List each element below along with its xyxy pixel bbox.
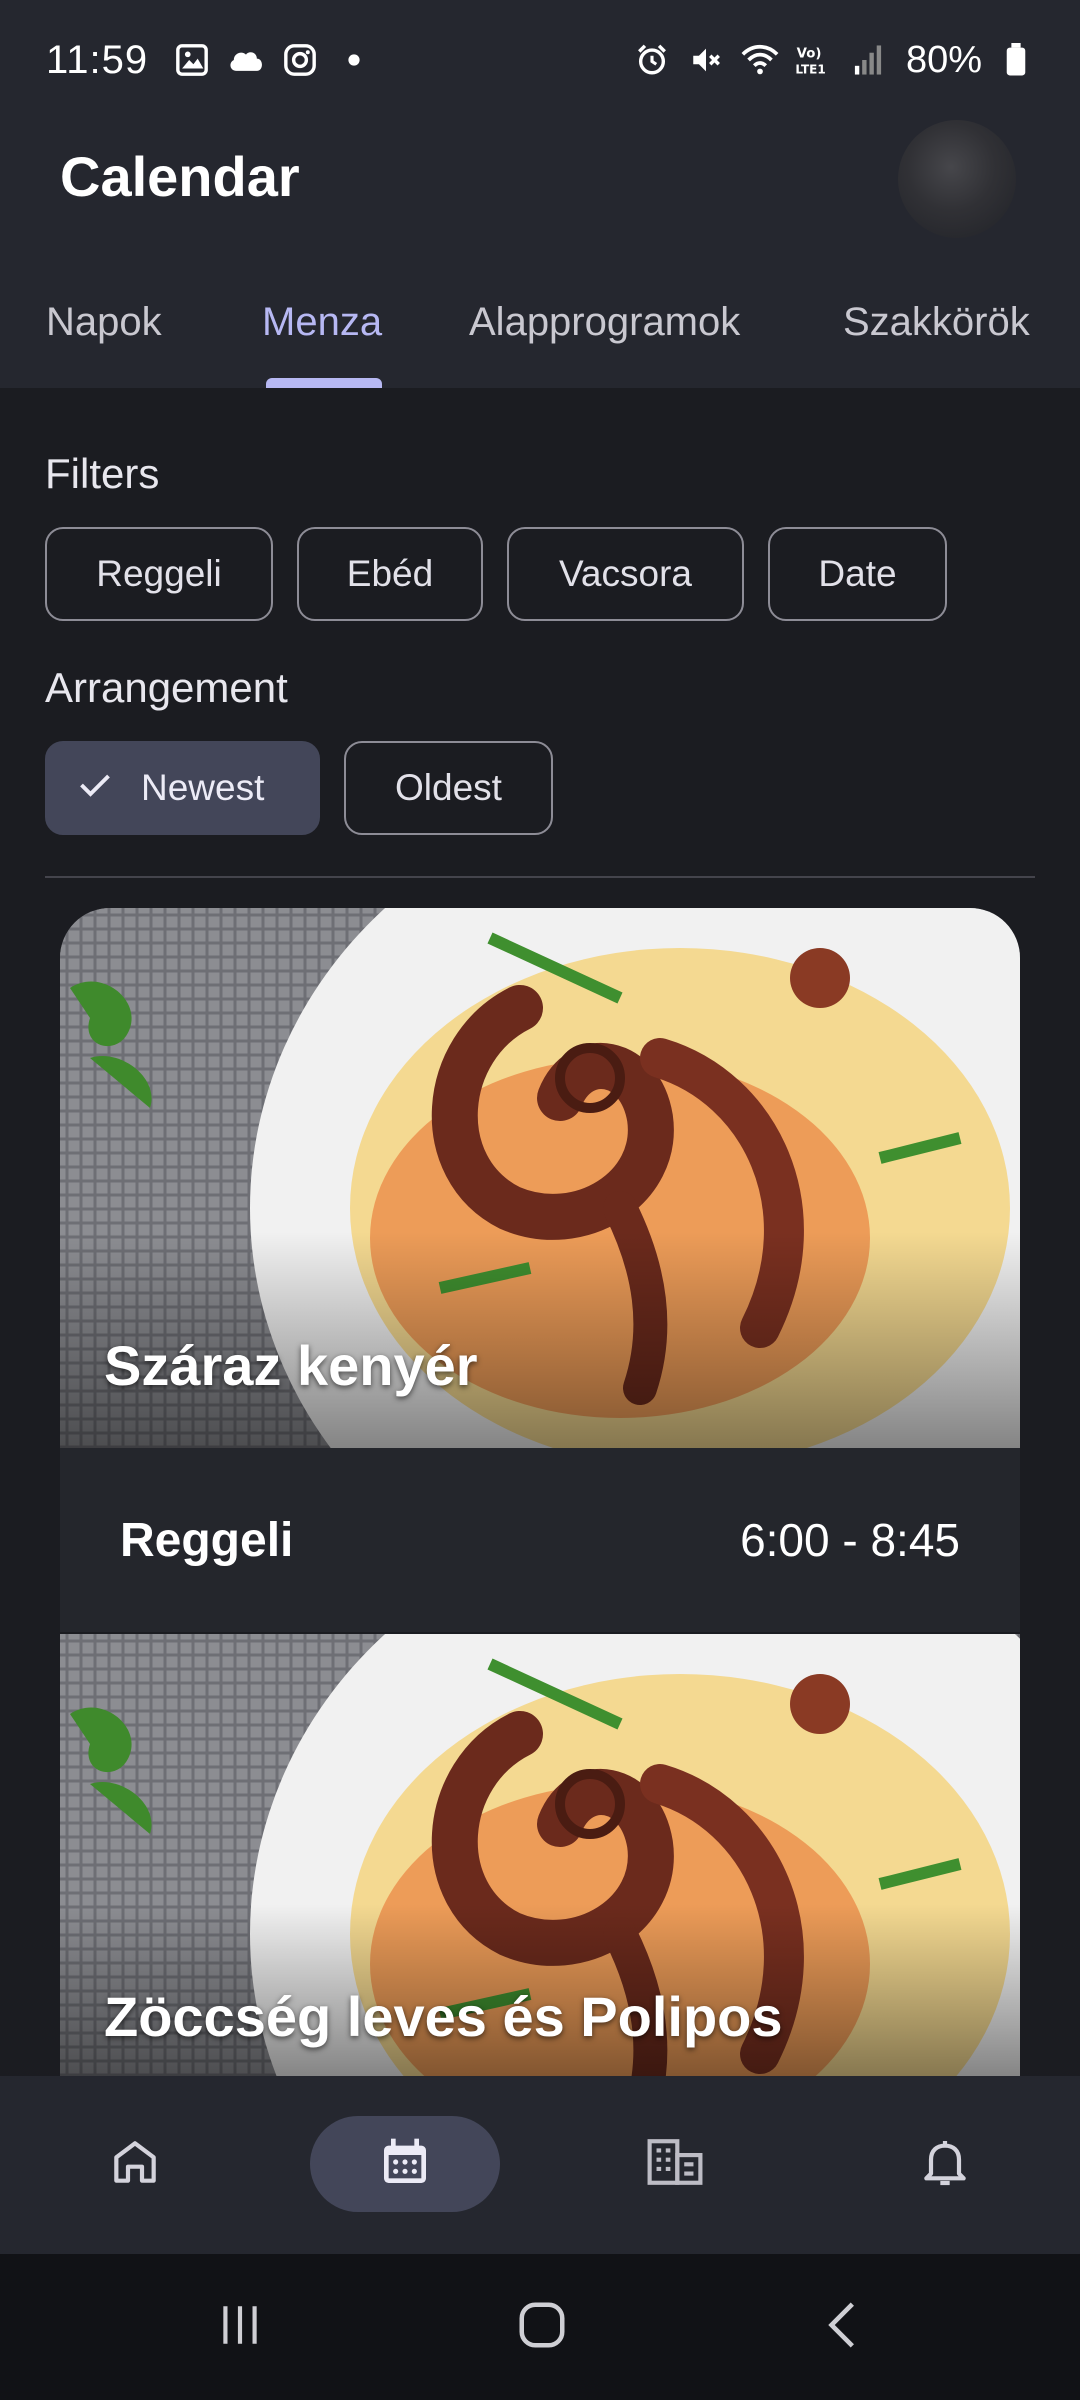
- status-bar: 11:59 Vo) LTE1 80%: [0, 0, 1080, 120]
- svg-text:Vo): Vo): [797, 46, 822, 61]
- home-button[interactable]: [502, 2292, 582, 2362]
- recents-button[interactable]: [200, 2292, 280, 2362]
- battery-percent: 80%: [905, 38, 982, 81]
- active-tab-indicator: [266, 378, 382, 388]
- back-button[interactable]: [804, 2292, 884, 2362]
- tab-alapprogramok[interactable]: Alapprogramok: [469, 300, 740, 345]
- app-bar: Calendar: [0, 120, 1080, 270]
- meal-image: Száraz kenyér: [60, 908, 1020, 1448]
- calendar-icon: [377, 2134, 433, 2195]
- tab-szakkorok[interactable]: Szakkörök: [843, 300, 1030, 345]
- instagram-icon: [280, 40, 320, 80]
- volte-icon: Vo) LTE1: [794, 40, 834, 80]
- signal-icon: [848, 40, 888, 80]
- filter-chip-reggeli[interactable]: Reggeli: [45, 527, 273, 621]
- tab-napok[interactable]: Napok: [46, 300, 162, 345]
- meal-time: 6:00 - 8:45: [740, 1514, 960, 1566]
- status-time: 11:59: [46, 37, 149, 82]
- home-icon: [107, 2134, 163, 2195]
- bottom-navigation: [0, 2076, 1080, 2254]
- divider: [45, 876, 1035, 878]
- dot-icon: [334, 40, 374, 80]
- battery-icon: [996, 40, 1036, 80]
- nav-building[interactable]: [580, 2116, 770, 2212]
- mute-icon: [686, 40, 726, 80]
- nav-home[interactable]: [40, 2116, 230, 2212]
- meal-info: Reggeli 6:00 - 8:45: [60, 1448, 1020, 1632]
- cloud-icon: [226, 40, 266, 80]
- nav-notifications[interactable]: [850, 2116, 1040, 2212]
- meal-card[interactable]: Száraz kenyér Reggeli 6:00 - 8:45: [60, 908, 1020, 1632]
- check-icon: [77, 767, 113, 809]
- svg-text:LTE1: LTE1: [795, 62, 825, 76]
- filter-chip-ebed[interactable]: Ebéd: [297, 527, 483, 621]
- page-title: Calendar: [60, 145, 300, 208]
- bell-icon: [917, 2134, 973, 2195]
- nav-calendar[interactable]: [310, 2116, 500, 2212]
- gallery-icon: [172, 40, 212, 80]
- sort-chip-newest[interactable]: Newest: [45, 741, 320, 835]
- system-navigation-bar: [0, 2254, 1080, 2400]
- sort-chip-oldest[interactable]: Oldest: [344, 741, 553, 835]
- building-icon: [645, 2134, 705, 2195]
- back-icon: [819, 2298, 869, 2357]
- meal-card[interactable]: Zöccség leves és Polipos: [60, 1634, 1020, 2076]
- filters-label: Filters: [45, 450, 160, 497]
- alarm-icon: [632, 40, 672, 80]
- meal-title: Zöccség leves és Polipos: [104, 1985, 783, 2048]
- filter-chip-vacsora[interactable]: Vacsora: [507, 527, 744, 621]
- arrangement-label: Arrangement: [45, 664, 288, 711]
- tab-bar: Napok Menza Alapprogramok Szakkörök: [0, 270, 1080, 388]
- recents-icon: [215, 2300, 265, 2355]
- meal-image: Zöccség leves és Polipos: [60, 1634, 1020, 2076]
- avatar[interactable]: [898, 120, 1016, 238]
- sort-chip-newest-label: Newest: [141, 767, 265, 808]
- meal-type: Reggeli: [120, 1513, 294, 1567]
- tab-menza[interactable]: Menza: [262, 300, 382, 345]
- wifi-icon: [740, 40, 780, 80]
- meal-title: Száraz kenyér: [104, 1334, 478, 1397]
- filter-chip-date[interactable]: Date: [768, 527, 947, 621]
- home-circle-icon: [515, 2298, 569, 2357]
